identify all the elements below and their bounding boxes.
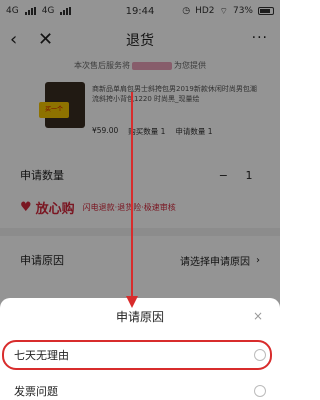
close-icon[interactable]: ×	[250, 308, 266, 324]
option-label: 发票问题	[14, 385, 58, 398]
radio-button[interactable]	[254, 385, 266, 397]
reason-option-invoice[interactable]: 发票问题	[0, 376, 280, 400]
sheet-title: 申请原因	[115, 310, 164, 324]
highlight-ellipse	[2, 340, 272, 370]
